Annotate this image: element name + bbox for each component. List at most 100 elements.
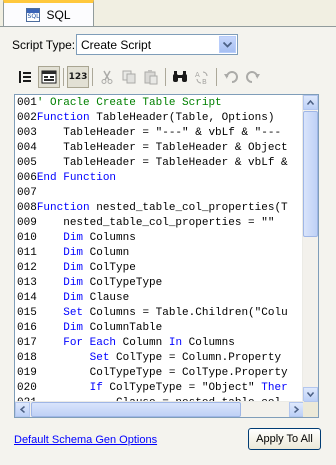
code-text: TableHeader(Table, Options) bbox=[89, 112, 275, 124]
code-line[interactable]: 016 Dim ColumnTable bbox=[17, 321, 162, 336]
scroll-right-icon[interactable] bbox=[289, 402, 304, 417]
code-keyword: Dim bbox=[63, 247, 84, 259]
code-text: ColType bbox=[83, 262, 136, 274]
vertical-scroll-thumb[interactable] bbox=[303, 111, 318, 237]
replace-icon[interactable]: AB bbox=[191, 66, 213, 88]
line-number: 003 bbox=[17, 127, 37, 139]
toolbar-separator bbox=[216, 68, 217, 86]
line-number: 014 bbox=[17, 292, 37, 304]
code-keyword: Dim bbox=[63, 262, 84, 274]
code-text: nested_table_col_properties(T bbox=[89, 202, 288, 214]
code-line[interactable]: 019 ColTypeType = ColType.Property bbox=[17, 366, 288, 381]
chevron-down-icon[interactable] bbox=[219, 36, 236, 53]
code-keyword: In bbox=[168, 337, 183, 349]
view-icon[interactable] bbox=[38, 66, 60, 88]
line-number: 008 bbox=[17, 202, 37, 214]
vertical-scrollbar[interactable] bbox=[302, 95, 318, 402]
tab-label: SQL bbox=[46, 8, 71, 22]
code-line[interactable]: 018 Set ColType = Column.Property bbox=[17, 351, 281, 366]
line-number: 002 bbox=[17, 112, 37, 124]
tab-sql[interactable]: SQL SQL bbox=[3, 0, 94, 27]
code-keyword: Dim bbox=[63, 292, 84, 304]
code-line[interactable]: 015 Set Columns = Table.Children("Colu bbox=[17, 306, 288, 321]
code-text: Columns = Table.Children("Colu bbox=[83, 307, 288, 319]
code-text: TableHeader = TableHeader & Object bbox=[36, 142, 288, 154]
code-text: Columns bbox=[182, 337, 235, 349]
code-area[interactable]: 001' Oracle Create Table Script 002Functi… bbox=[15, 95, 304, 402]
copy-icon[interactable] bbox=[118, 66, 140, 88]
code-keyword: Function bbox=[36, 112, 90, 124]
code-line[interactable]: 020 If ColTypeType = "Object" Ther bbox=[17, 381, 288, 396]
code-line[interactable]: 001' Oracle Create Table Script bbox=[17, 96, 222, 111]
paste-icon[interactable] bbox=[140, 66, 162, 88]
scroll-left-icon[interactable] bbox=[15, 402, 30, 417]
line-number: 019 bbox=[17, 367, 37, 379]
code-line[interactable]: 011 Dim Column bbox=[17, 246, 129, 261]
scroll-down-icon[interactable] bbox=[303, 387, 318, 402]
line-number: 020 bbox=[17, 382, 37, 394]
code-text: ColTypeType = "Object" bbox=[102, 382, 262, 394]
code-keyword: Set bbox=[89, 352, 110, 364]
line-number: 010 bbox=[17, 232, 37, 244]
cut-icon[interactable] bbox=[96, 66, 118, 88]
horizontal-scroll-thumb[interactable] bbox=[31, 402, 241, 417]
code-text: Column bbox=[83, 247, 130, 259]
line-number: 013 bbox=[17, 277, 37, 289]
code-keyword: If bbox=[89, 382, 103, 394]
code-keyword: Ther bbox=[261, 382, 288, 394]
code-line[interactable]: 004 TableHeader = TableHeader & Object bbox=[17, 141, 288, 156]
code-text: nested_table_col_properties = "" bbox=[36, 217, 275, 229]
code-line[interactable]: 012 Dim ColType bbox=[17, 261, 136, 276]
code-line[interactable]: 014 Dim Clause bbox=[17, 291, 129, 306]
code-text: ColTypeType bbox=[83, 277, 163, 289]
sql-file-icon: SQL bbox=[26, 8, 41, 22]
code-text: TableHeader = TableHeader & vbLf & bbox=[36, 157, 288, 169]
code-keyword: For Each bbox=[63, 337, 117, 349]
line-number: 018 bbox=[17, 352, 37, 364]
scroll-up-icon[interactable] bbox=[303, 95, 318, 110]
code-line[interactable]: 013 Dim ColTypeType bbox=[17, 276, 162, 291]
code-line[interactable]: 002Function TableHeader(Table, Options) bbox=[17, 111, 274, 126]
script-editor[interactable]: 001' Oracle Create Table Script 002Functi… bbox=[14, 94, 319, 418]
code-line[interactable]: 003 TableHeader = "---" & vbLf & "--- bbox=[17, 126, 281, 141]
code-line[interactable]: 005 TableHeader = TableHeader & vbLf & bbox=[17, 156, 288, 171]
redo-icon[interactable] bbox=[242, 66, 264, 88]
apply-to-all-button[interactable]: Apply To All bbox=[248, 428, 321, 450]
default-schema-gen-options-link[interactable]: Default Schema Gen Options bbox=[14, 434, 157, 446]
line-number: 009 bbox=[17, 217, 37, 229]
code-comment: ' Oracle Create Table Script bbox=[36, 97, 222, 109]
code-text: TableHeader = "---" & vbLf & "--- bbox=[36, 127, 282, 139]
code-line[interactable]: 006End Function bbox=[17, 171, 116, 186]
line-number: 016 bbox=[17, 322, 37, 334]
code-line[interactable]: 017 For Each Column In Columns bbox=[17, 336, 235, 351]
undo-icon[interactable] bbox=[220, 66, 242, 88]
list-icon[interactable] bbox=[14, 66, 36, 88]
line-number: 006 bbox=[17, 172, 37, 184]
find-icon[interactable] bbox=[169, 66, 191, 88]
code-line[interactable]: 009 nested_table_col_properties = "" bbox=[17, 216, 274, 231]
editor-toolbar: 123 AB bbox=[14, 66, 314, 88]
toolbar-separator bbox=[165, 68, 166, 86]
line-number: 007 bbox=[17, 187, 37, 199]
line-number: 005 bbox=[17, 157, 37, 169]
tab-bar: SQL SQL bbox=[0, 0, 336, 27]
code-keyword: Dim bbox=[63, 322, 84, 334]
code-line[interactable]: 010 Dim Columns bbox=[17, 231, 136, 246]
line-numbers-icon[interactable]: 123 bbox=[67, 66, 89, 88]
horizontal-scrollbar[interactable] bbox=[15, 401, 304, 417]
code-keyword: Dim bbox=[63, 232, 84, 244]
code-line[interactable]: 008Function nested_table_col_properties(… bbox=[17, 201, 288, 216]
code-keyword: Dim bbox=[63, 277, 84, 289]
code-text: Clause bbox=[83, 292, 130, 304]
script-type-select[interactable]: Create Script bbox=[76, 34, 238, 55]
svg-text:B: B bbox=[202, 78, 207, 85]
code-keyword: End Function bbox=[36, 172, 117, 184]
code-line[interactable]: 007 bbox=[17, 186, 37, 201]
